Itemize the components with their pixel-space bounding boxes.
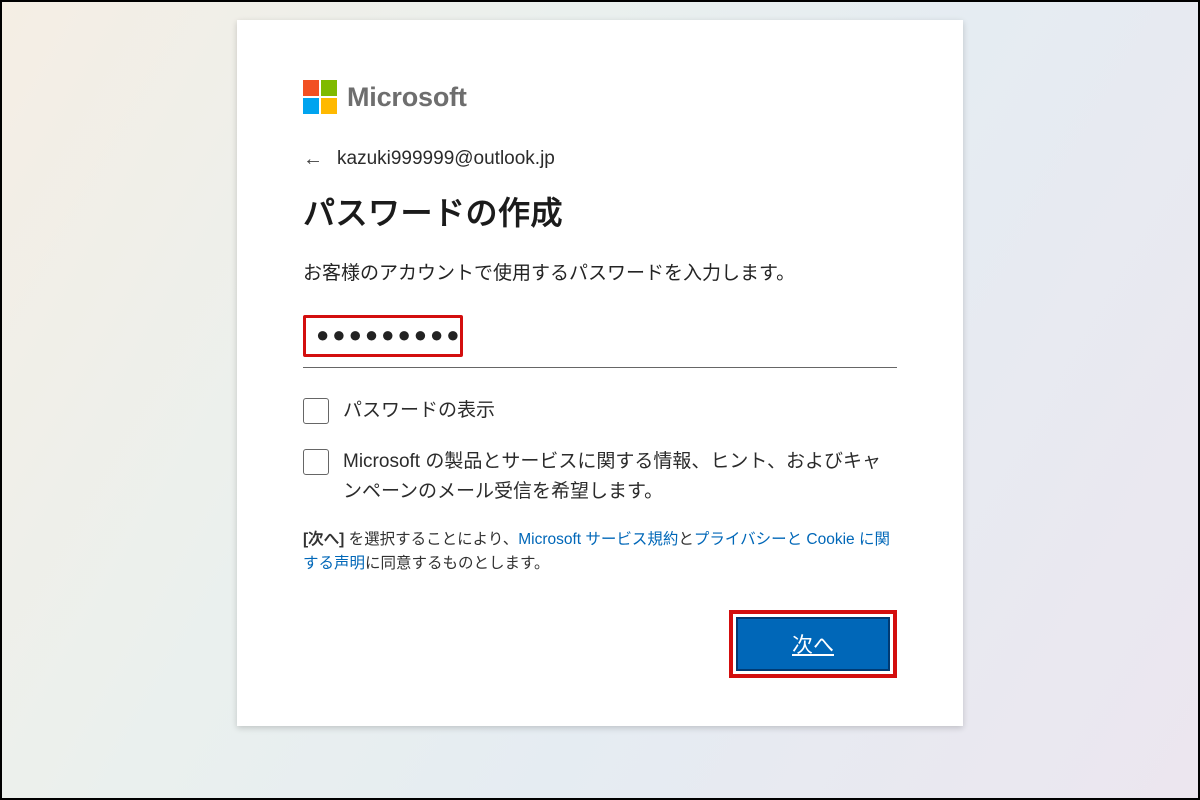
page-title: パスワードの作成 — [303, 188, 897, 234]
back-arrow-icon[interactable]: ← — [303, 149, 323, 169]
agreement-bold: [次へ] — [303, 531, 344, 548]
agreement-suffix: に同意するものとします。 — [365, 555, 549, 572]
marketing-optin-label: Microsoft の製品とサービスに関する情報、ヒント、およびキャンペーンのメ… — [343, 447, 897, 506]
agreement-prefix: を選択することにより、 — [344, 531, 518, 548]
show-password-checkbox[interactable] — [303, 398, 329, 424]
next-button[interactable]: 次へ — [736, 617, 890, 671]
page-description: お客様のアカウントで使用するパスワードを入力します。 — [303, 258, 897, 285]
microsoft-logo-icon — [303, 80, 337, 114]
signup-card: Microsoft ← kazuki999999@outlook.jp パスワー… — [237, 20, 963, 726]
password-input[interactable]: ●●●●●●●●● — [303, 315, 463, 357]
actions-row: 次へ — [303, 610, 897, 678]
identity-row: ← kazuki999999@outlook.jp — [303, 148, 897, 170]
show-password-label: パスワードの表示 — [343, 396, 495, 425]
marketing-optin-option: Microsoft の製品とサービスに関する情報、ヒント、およびキャンペーンのメ… — [303, 447, 897, 506]
agreement-mid: と — [678, 531, 694, 548]
next-button-highlight: 次へ — [729, 610, 897, 678]
brand-row: Microsoft — [303, 80, 897, 114]
show-password-option: パスワードの表示 — [303, 396, 897, 425]
brand-name: Microsoft — [347, 82, 467, 113]
password-field-row: ●●●●●●●●● — [303, 315, 897, 368]
agreement-text: [次へ] を選択することにより、Microsoft サービス規約とプライバシーと… — [303, 528, 897, 576]
marketing-optin-checkbox[interactable] — [303, 449, 329, 475]
terms-link[interactable]: Microsoft サービス規約 — [518, 531, 678, 548]
account-email: kazuki999999@outlook.jp — [337, 148, 555, 170]
